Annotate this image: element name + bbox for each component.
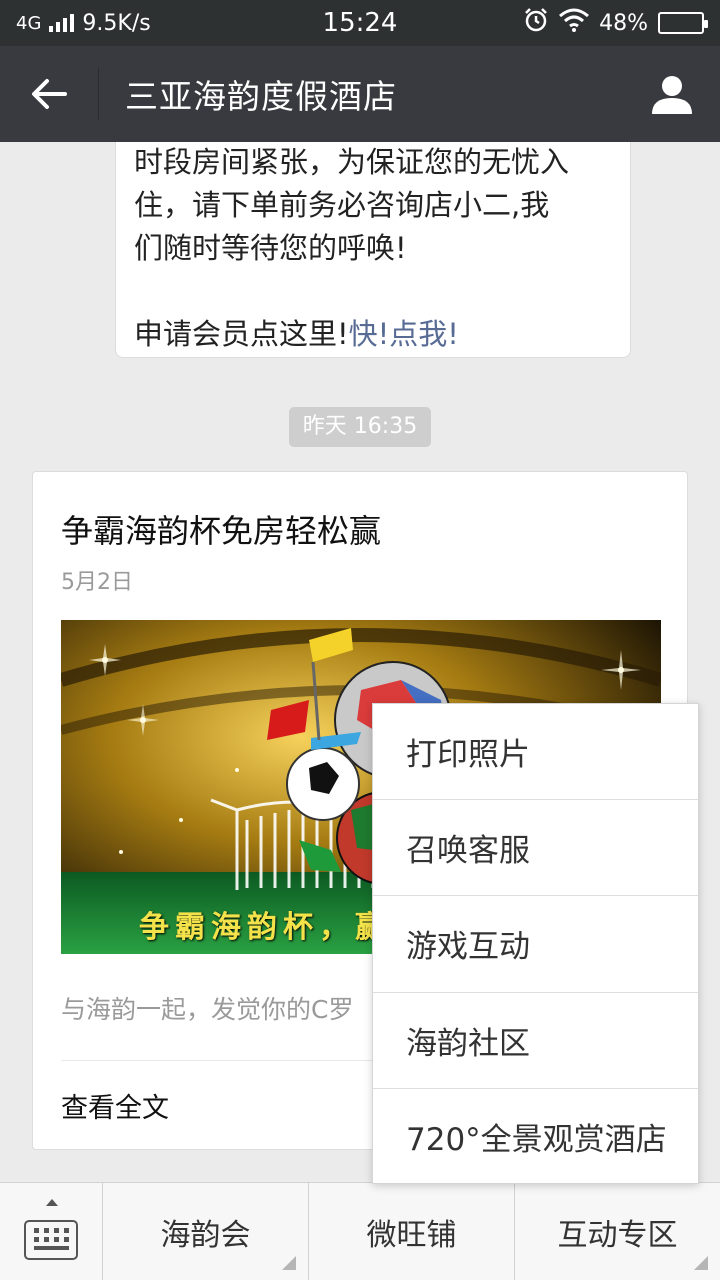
profile-icon	[652, 76, 692, 114]
submenu-corner-icon	[694, 1256, 708, 1270]
read-full-article-link[interactable]: 查看全文	[61, 1086, 169, 1125]
battery-percent: 48%	[599, 10, 648, 36]
back-arrow-icon	[32, 79, 67, 109]
article-date: 5月2日	[61, 570, 133, 595]
cover-caption: 争霸海韵杯，赢	[139, 910, 391, 945]
article-summary: 与海韵一起，发觉你的C罗	[61, 995, 354, 1024]
menu-item-game-interaction[interactable]: 游戏互动	[373, 896, 698, 993]
member-link[interactable]: 快!点我!	[349, 317, 459, 351]
message-line: 住，请下单前务必咨询店小二,我	[134, 188, 550, 222]
menu-item-panorama-hotel[interactable]: 720°全景观赏酒店	[373, 1089, 698, 1185]
submenu-corner-icon	[282, 1256, 296, 1270]
back-button[interactable]	[0, 46, 98, 142]
menu-tab-micro-shop[interactable]: 微旺铺	[309, 1183, 515, 1280]
page-title: 三亚海韵度假酒店	[125, 77, 397, 116]
caret-up-icon	[46, 1199, 58, 1206]
menu-tab-interactive-zone[interactable]: 互动专区	[515, 1183, 720, 1280]
keyboard-icon	[24, 1219, 78, 1260]
battery-icon	[658, 12, 708, 34]
message-line: 们随时等待您的呼唤!	[134, 231, 407, 265]
menu-tab-label: 微旺铺	[366, 1217, 457, 1253]
message-line: 时段房间紧张，为保证您的无忧入	[134, 145, 570, 179]
network-speed: 9.5K/s	[82, 10, 151, 36]
alarm-icon	[523, 7, 549, 39]
title-bar: 三亚海韵度假酒店	[0, 46, 720, 142]
bottom-menu-bar: 海韵会 微旺铺 互动专区	[0, 1182, 720, 1280]
network-type: 4G	[16, 12, 42, 34]
profile-button[interactable]	[624, 46, 720, 142]
wifi-icon	[559, 8, 590, 38]
keyboard-toggle-button[interactable]	[0, 1183, 103, 1280]
message-bubble: 时段房间紧张，为保证您的无忧入 住，请下单前务必咨询店小二,我 们随时等待您的呼…	[115, 142, 631, 358]
article-title[interactable]: 争霸海韵杯免房轻松赢	[61, 506, 381, 552]
title-divider	[98, 68, 99, 120]
menu-tab-label: 互动专区	[557, 1217, 678, 1253]
menu-item-print-photo[interactable]: 打印照片	[373, 704, 698, 801]
signal-icon	[49, 14, 75, 32]
member-line: 申请会员点这里!快!点我!	[134, 313, 612, 356]
popup-menu: 打印照片 召唤客服 游戏互动 海韵社区 720°全景观赏酒店	[372, 703, 699, 1184]
timestamp-pill: 昨天 16:35	[289, 407, 431, 447]
menu-tab-label: 海韵会	[160, 1217, 251, 1253]
menu-tab-haiyun-club[interactable]: 海韵会	[103, 1183, 309, 1280]
member-text: 申请会员点这里!	[134, 317, 349, 351]
menu-item-customer-service[interactable]: 召唤客服	[373, 800, 698, 897]
status-bar: 4G 9.5K/s 15:24 48%	[0, 0, 720, 46]
menu-item-community[interactable]: 海韵社区	[373, 993, 698, 1089]
